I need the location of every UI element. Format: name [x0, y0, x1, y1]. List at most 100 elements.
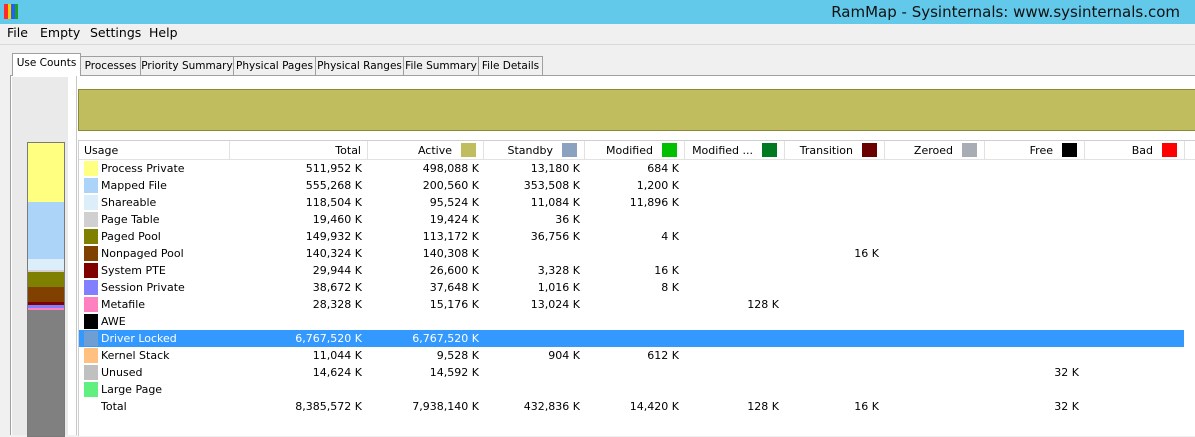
table-row-process-private[interactable]: Process Private 511,952 K 498,088 K 13,180 …: [79, 160, 1184, 177]
tab-priority-summary[interactable]: Priority Summary: [140, 56, 234, 75]
menu-bar: File Empty Settings Help: [0, 24, 1195, 45]
row-label: AWE: [101, 315, 126, 328]
tab-file-summary[interactable]: File Summary: [403, 56, 479, 75]
table-row-awe[interactable]: AWE: [79, 313, 1184, 330]
table-row-driver-locked[interactable]: Driver Locked 6,767,520 K 6,767,520 K: [79, 330, 1184, 347]
row-color-chip: [84, 161, 98, 176]
cell-total: 555,268 K: [305, 179, 362, 192]
cell-standby: 353,508 K: [523, 179, 580, 192]
row-color-chip: [84, 331, 98, 346]
table-row-page-table[interactable]: Page Table 19,460 K 19,424 K 36 K: [79, 211, 1184, 228]
tab-use-counts[interactable]: Use Counts: [12, 53, 81, 76]
column-header-standby[interactable]: Standby: [484, 141, 585, 159]
column-header-free[interactable]: Free: [985, 141, 1085, 159]
row-color-chip: [84, 263, 98, 278]
cell-standby: 11,084 K: [530, 196, 580, 209]
cell-active: 498,088 K: [422, 162, 479, 175]
cell-active: 26,600 K: [429, 264, 479, 277]
usage-bar-segment-nonpaged-pool: [28, 287, 64, 302]
row-label: Page Table: [101, 213, 160, 226]
column-header-total[interactable]: Total: [230, 141, 368, 159]
tab-physical-pages[interactable]: Physical Pages: [233, 56, 316, 75]
tab-file-details[interactable]: File Details: [478, 56, 543, 75]
active-memory-bar: [78, 89, 1195, 131]
cell-standby: 1,016 K: [537, 281, 580, 294]
row-label: Total: [101, 400, 127, 413]
row-label: Unused: [101, 366, 143, 379]
tab-processes[interactable]: Processes: [80, 56, 141, 75]
cell-standby: 3,328 K: [537, 264, 580, 277]
color-swatch-free: [1062, 143, 1077, 157]
cell-total: 140,324 K: [305, 247, 362, 260]
usage-bar-segment-mapped-file: [28, 202, 64, 259]
cell-modified: 128 K: [747, 400, 779, 413]
cell-free: 32 K: [1054, 366, 1079, 379]
rammap-app-icon[interactable]: [4, 4, 18, 19]
usage-bar-segment-driver-locked: [28, 310, 64, 436]
cell-standby: 36,756 K: [530, 230, 580, 243]
cell-active: 19,424 K: [429, 213, 479, 226]
cell-total: 29,944 K: [312, 264, 362, 277]
row-color-chip: [84, 348, 98, 363]
column-header-transition[interactable]: Transition: [785, 141, 885, 159]
row-label: Session Private: [101, 281, 185, 294]
cell-total: 118,504 K: [305, 196, 362, 209]
cell-active: 14,592 K: [429, 366, 479, 379]
column-header-label: Bad: [1131, 144, 1153, 157]
table-row-mapped-file[interactable]: Mapped File 555,268 K 200,560 K 353,508 K 1,…: [79, 177, 1184, 194]
row-color-chip: [84, 297, 98, 312]
column-header-label: Total: [335, 144, 361, 157]
cell-modified: 128 K: [747, 298, 779, 311]
table-row-system-pte[interactable]: System PTE 29,944 K 26,600 K 3,328 K 16 K: [79, 262, 1184, 279]
cell-transition: 16 K: [854, 247, 879, 260]
cell-modified: 684 K: [647, 162, 679, 175]
app-icon-stripe-green: [14, 4, 18, 19]
color-swatch-modified: [762, 143, 777, 157]
table-row-metafile[interactable]: Metafile 28,328 K 15,176 K 13,024 K 128 K: [79, 296, 1184, 313]
cell-modified: 16 K: [654, 264, 679, 277]
row-label: System PTE: [101, 264, 166, 277]
table-row-total[interactable]: Total 8,385,572 K 7,938,140 K 432,836 K 14,4…: [79, 398, 1184, 415]
table-row-nonpaged-pool[interactable]: Nonpaged Pool 140,324 K 140,308 K 16 K: [79, 245, 1184, 262]
color-swatch-standby: [562, 143, 577, 157]
color-swatch-bad: [1162, 143, 1177, 157]
cell-active: 15,176 K: [429, 298, 479, 311]
cell-active: 95,524 K: [429, 196, 479, 209]
column-header-usage[interactable]: Usage: [79, 141, 230, 159]
menu-file[interactable]: File: [3, 25, 32, 40]
column-header-label: Modified ...: [692, 144, 753, 157]
cell-active: 6,767,520 K: [412, 332, 479, 345]
cell-total: 6,767,520 K: [295, 332, 362, 345]
column-header-modified[interactable]: Modified: [585, 141, 685, 159]
table-row-paged-pool[interactable]: Paged Pool 149,932 K 113,172 K 36,756 K 4 K: [79, 228, 1184, 245]
column-header-bad[interactable]: Bad: [1085, 141, 1185, 159]
menu-empty[interactable]: Empty: [36, 25, 84, 40]
cell-standby: 36 K: [555, 213, 580, 226]
column-header-modified[interactable]: Modified ...: [685, 141, 785, 159]
usage-bar-segment-process-private: [28, 143, 64, 202]
tab-physical-ranges[interactable]: Physical Ranges: [315, 56, 404, 75]
cell-active: 140,308 K: [422, 247, 479, 260]
table-row-session-private[interactable]: Session Private 38,672 K 37,648 K 1,016 K 8 …: [79, 279, 1184, 296]
cell-total: 8,385,572 K: [295, 400, 362, 413]
row-label: Shareable: [101, 196, 157, 209]
cell-active: 200,560 K: [422, 179, 479, 192]
column-header-zeroed[interactable]: Zeroed: [885, 141, 985, 159]
menu-settings[interactable]: Settings: [86, 25, 145, 40]
menu-help[interactable]: Help: [145, 25, 182, 40]
row-color-chip: [84, 195, 98, 210]
table-row-shareable[interactable]: Shareable 118,504 K 95,524 K 11,084 K 11,896…: [79, 194, 1184, 211]
column-header-active[interactable]: Active: [368, 141, 484, 159]
row-label: Large Page: [101, 383, 163, 396]
column-header-label: Zeroed: [913, 144, 953, 157]
table-row-kernel-stack[interactable]: Kernel Stack 11,044 K 9,528 K 904 K 612 K: [79, 347, 1184, 364]
row-color-chip: [84, 314, 98, 329]
cell-standby: 13,180 K: [530, 162, 580, 175]
cell-total: 511,952 K: [305, 162, 362, 175]
color-swatch-active: [461, 143, 476, 157]
cell-standby: 13,024 K: [530, 298, 580, 311]
cell-free: 32 K: [1054, 400, 1079, 413]
table-row-large-page[interactable]: Large Page: [79, 381, 1184, 398]
cell-modified: 4 K: [661, 230, 679, 243]
table-row-unused[interactable]: Unused 14,624 K 14,592 K 32 K: [79, 364, 1184, 381]
